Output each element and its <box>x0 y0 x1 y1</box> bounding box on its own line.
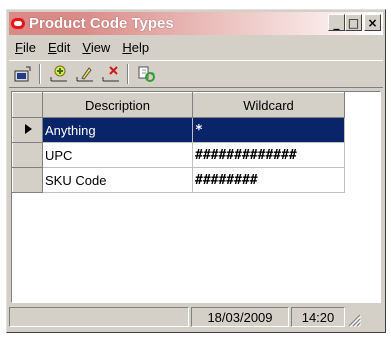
row-indicator[interactable] <box>12 167 43 193</box>
window-title: Product Code Types <box>29 15 174 32</box>
delete-button[interactable] <box>99 63 123 85</box>
product-code-types-window: Product Code Types _ □ × File Edit View … <box>6 9 386 333</box>
menu-file[interactable]: File <box>9 40 42 55</box>
minimize-button[interactable]: _ <box>328 14 345 31</box>
close-button[interactable]: × <box>364 14 381 31</box>
resize-grip-icon[interactable] <box>347 313 361 327</box>
edit-button[interactable] <box>73 63 97 85</box>
menu-edit[interactable]: Edit <box>42 40 76 55</box>
cell-description[interactable]: SKU Code <box>42 167 193 193</box>
table-row[interactable]: Anything * <box>12 117 345 143</box>
menu-bar: File Edit View Help <box>9 37 383 57</box>
add-icon <box>50 65 67 82</box>
status-bar: 18/03/2009 14:20 <box>9 307 383 329</box>
status-panel-message <box>9 307 189 327</box>
add-button[interactable] <box>47 63 71 85</box>
product-code-grid[interactable]: Description Wildcard Anything * UPC ####… <box>11 91 381 303</box>
status-time: 14:20 <box>291 307 345 327</box>
menu-help[interactable]: Help <box>116 40 155 55</box>
app-icon[interactable] <box>11 18 25 29</box>
menu-view[interactable]: View <box>76 40 116 55</box>
close-icon: × <box>367 15 378 30</box>
status-date: 18/03/2009 <box>191 307 289 327</box>
cell-wildcard[interactable]: * <box>192 117 345 143</box>
title-bar[interactable]: Product Code Types _ □ × <box>9 12 383 35</box>
cell-wildcard[interactable]: ############# <box>192 142 345 168</box>
cell-description[interactable]: Anything <box>42 117 193 143</box>
toolbar <box>9 60 383 88</box>
open-button[interactable] <box>11 63 35 85</box>
maximize-button[interactable]: □ <box>345 14 362 31</box>
row-indicator[interactable] <box>12 142 43 168</box>
table-row[interactable]: SKU Code ######## <box>12 167 345 193</box>
refresh-button[interactable] <box>135 63 159 85</box>
toolbar-separator <box>39 64 41 84</box>
row-indicator[interactable] <box>12 117 43 143</box>
table-row[interactable]: UPC ############# <box>12 142 345 168</box>
maximize-icon: □ <box>347 15 360 30</box>
column-header-description[interactable]: Description <box>42 92 193 118</box>
open-icon <box>14 66 31 82</box>
refresh-icon <box>138 66 155 82</box>
delete-icon <box>102 66 119 82</box>
minimize-icon: _ <box>333 15 340 30</box>
toolbar-separator <box>127 64 129 84</box>
edit-icon <box>76 67 93 82</box>
cell-description[interactable]: UPC <box>42 142 193 168</box>
cell-wildcard[interactable]: ######## <box>192 167 345 193</box>
column-header-wildcard[interactable]: Wildcard <box>192 92 345 118</box>
grid-corner <box>12 92 43 118</box>
current-row-arrow-icon <box>24 123 32 134</box>
